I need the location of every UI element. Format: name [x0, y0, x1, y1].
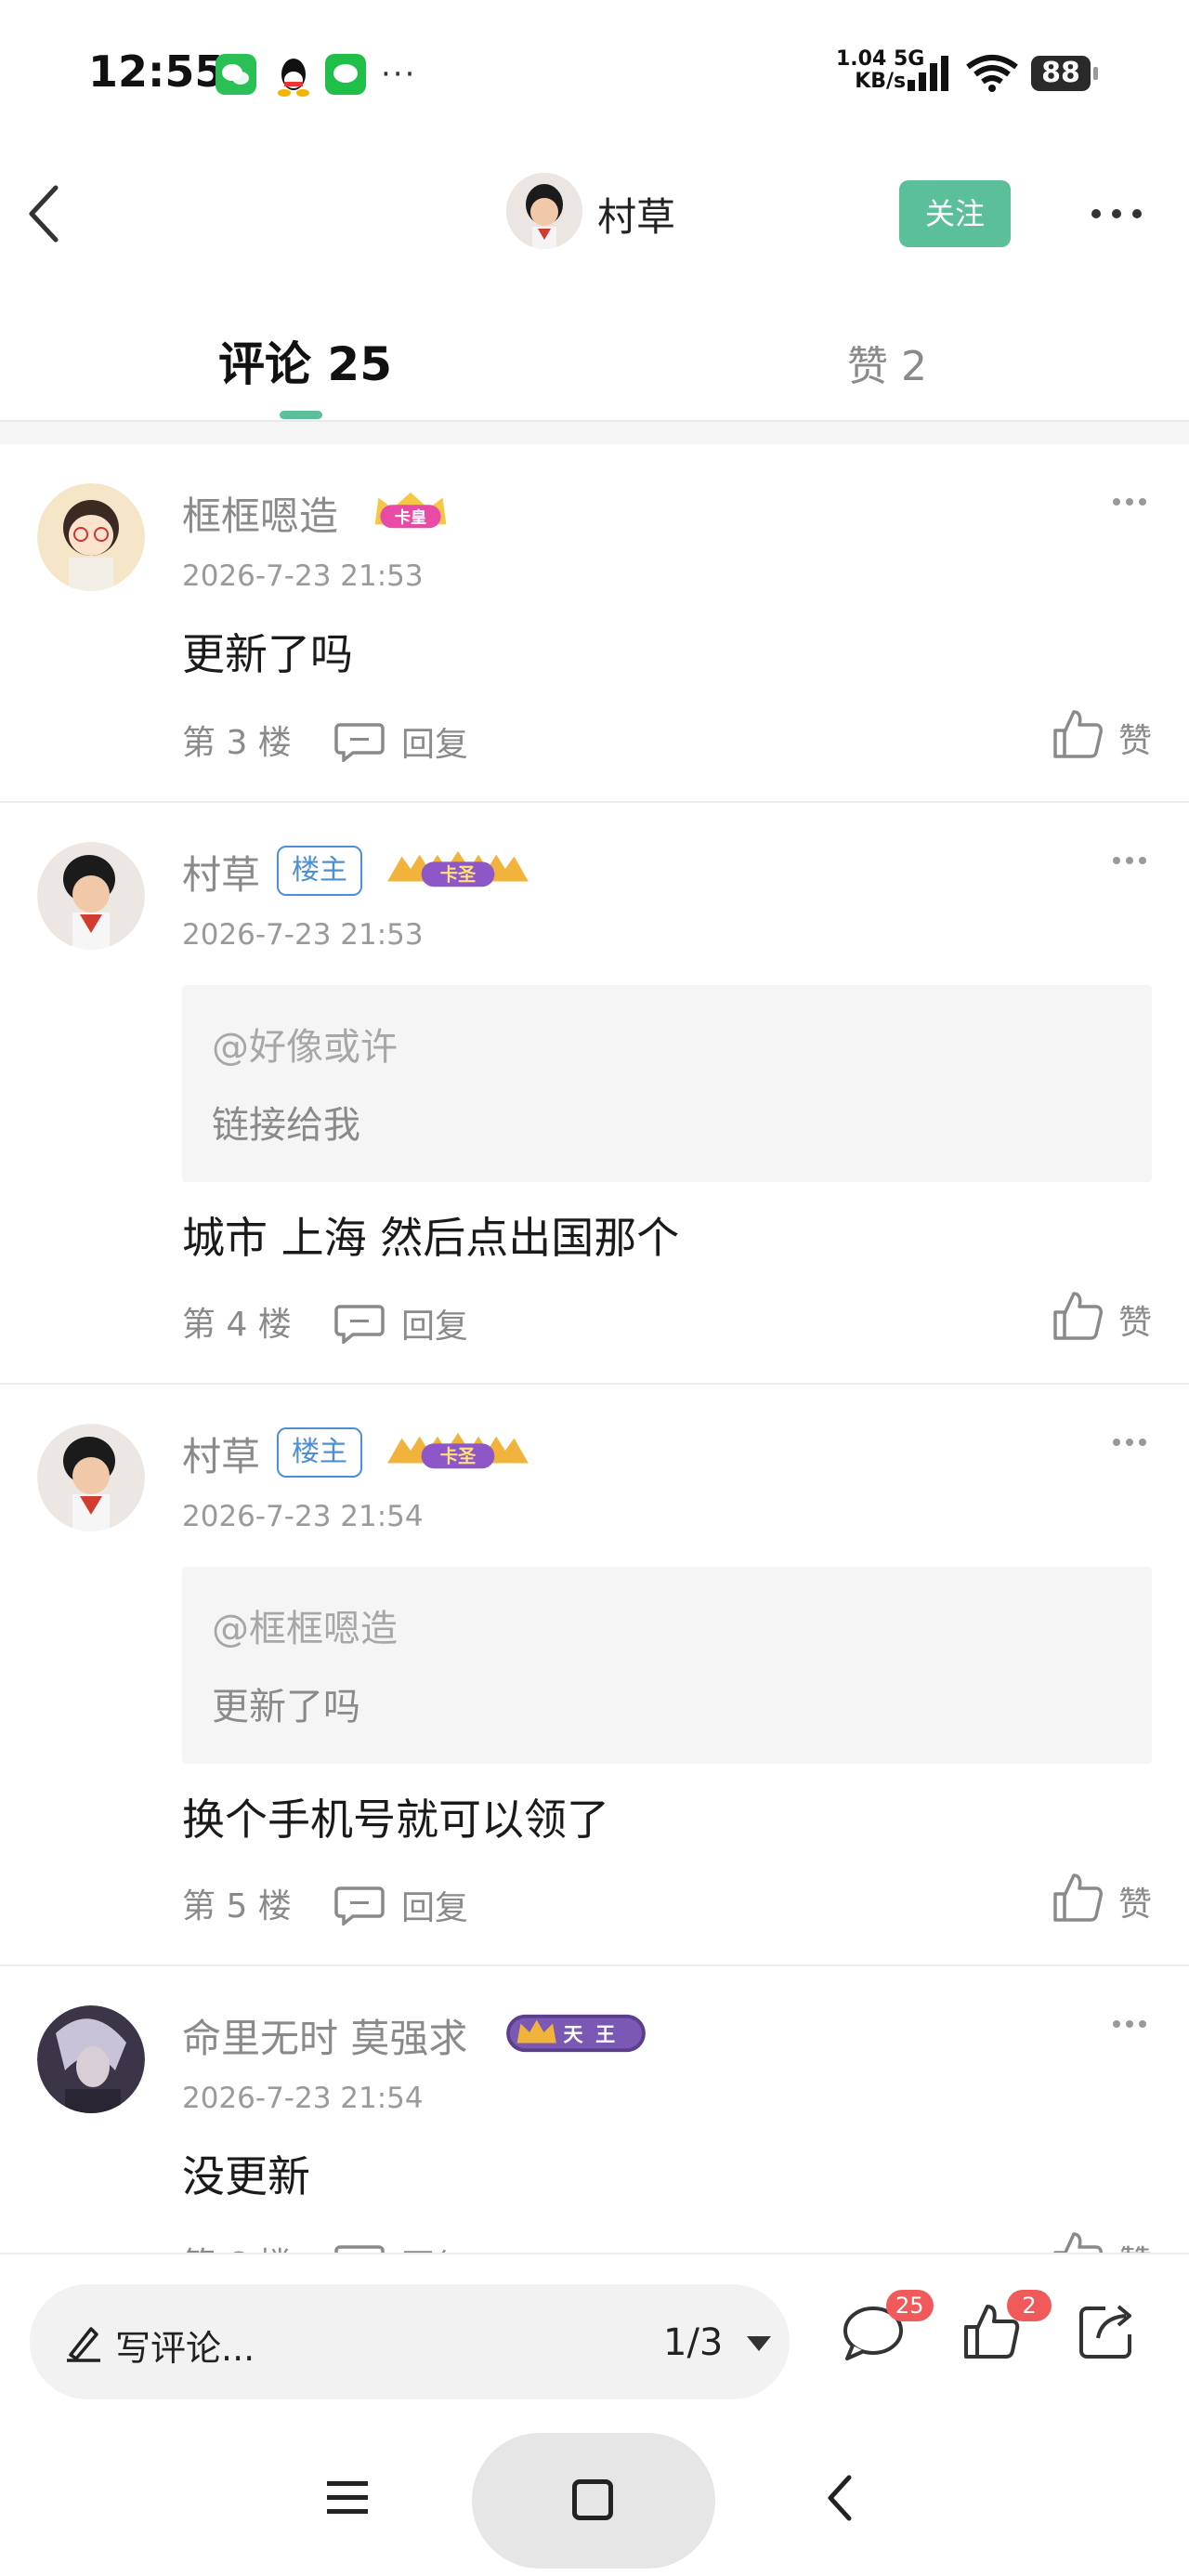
wechat-notification-icon — [216, 54, 256, 95]
recent-apps-icon[interactable] — [325, 2477, 370, 2518]
comment-username[interactable]: 村草 — [182, 1426, 260, 1482]
reply-bubble-icon — [334, 2245, 385, 2253]
comment-text: 更新了吗 — [182, 629, 353, 679]
write-comment-placeholder: 写评论... — [115, 2328, 255, 2369]
more-horizontal-icon — [1091, 209, 1142, 218]
owner-tag: 楼主 — [277, 1427, 362, 1478]
system-back-icon[interactable] — [821, 2472, 858, 2524]
home-button[interactable] — [472, 2433, 715, 2569]
quoted-reply[interactable]: @框框嗯造 更新了吗 — [182, 1567, 1152, 1764]
comment-username[interactable]: 框框嗯造 — [182, 485, 338, 542]
svg-text:卡圣: 卡圣 — [440, 864, 477, 886]
user-avatar[interactable] — [37, 2005, 145, 2113]
author-avatar[interactable] — [506, 173, 582, 249]
thumbs-up-icon — [1053, 1292, 1103, 1340]
wifi-icon — [966, 55, 1018, 92]
reply-label: 回复 — [401, 2240, 468, 2253]
write-comment-input[interactable]: 写评论... 1/3 — [30, 2284, 790, 2399]
more-notifications-indicator: ··· — [381, 56, 417, 93]
reply-label: 回复 — [401, 1308, 469, 1346]
tab-comments[interactable]: 评论 25 — [218, 327, 392, 394]
comment-timestamp: 2026-7-23 21:54 — [182, 1500, 424, 1533]
thumbs-up-icon — [1053, 2232, 1103, 2253]
floor-number: 第 5 楼 — [182, 1887, 292, 1925]
status-bar: 12:55 ··· 1.04 5G KB/s 88 — [0, 0, 1189, 139]
caret-down-icon[interactable] — [745, 2334, 773, 2353]
comment-text: 没更新 — [182, 2151, 310, 2201]
like-label: 赞 — [1118, 2236, 1152, 2253]
comment-timestamp: 2026-7-23 21:53 — [182, 918, 424, 952]
comment-timestamp: 2026-7-23 21:53 — [182, 559, 424, 593]
floor-number: 第 6 楼 — [182, 2238, 292, 2253]
floor-number: 第 3 楼 — [182, 724, 292, 762]
quoted-text: 链接给我 — [212, 1104, 360, 1147]
message-notification-icon — [325, 54, 366, 95]
like-label: 赞 — [1118, 1304, 1153, 1342]
qq-notification-icon — [273, 54, 314, 97]
quoted-text: 更新了吗 — [212, 1686, 360, 1728]
comment-item: 框框嗯造 卡皇 2026-7-23 21:53 更新了吗 第 3 楼 回复 赞 — [0, 444, 1189, 803]
king-badge-icon: 天王 — [506, 2014, 646, 2053]
page-indicator[interactable]: 1/3 — [663, 2321, 723, 2364]
user-avatar[interactable] — [37, 1424, 145, 1531]
active-tab-indicator — [280, 411, 322, 419]
battery-indicator: 88 — [1031, 56, 1098, 91]
more-options-button[interactable] — [1089, 186, 1144, 242]
comment-more-icon[interactable] — [1111, 851, 1148, 870]
like-label: 赞 — [1118, 722, 1153, 760]
comment-username[interactable]: 村草 — [182, 844, 260, 900]
home-square-icon — [572, 2479, 613, 2520]
comment-more-icon[interactable] — [1111, 2015, 1148, 2033]
author-name[interactable]: 村草 — [597, 186, 675, 243]
comment-text: 换个手机号就可以领了 — [182, 1794, 609, 1845]
comment-timestamp: 2026-7-23 21:54 — [182, 2082, 424, 2115]
like-count-badge: 2 — [1007, 2290, 1052, 2321]
quoted-username[interactable]: @框框嗯造 — [212, 1598, 398, 1652]
reply-bubble-icon — [334, 1886, 385, 1925]
tab-bar: 评论 25 赞 2 — [0, 307, 1189, 419]
owner-tag: 楼主 — [277, 846, 362, 896]
system-navigation-bar — [0, 2412, 1189, 2576]
svg-text:天王: 天王 — [564, 2023, 628, 2046]
user-avatar[interactable] — [37, 483, 145, 591]
like-label: 赞 — [1118, 1886, 1153, 1924]
pencil-icon — [67, 2327, 100, 2362]
svg-text:卡圣: 卡圣 — [440, 1446, 477, 1467]
quoted-username[interactable]: @好像或许 — [212, 1017, 398, 1071]
floor-number: 第 4 楼 — [182, 1306, 292, 1344]
thumbs-up-icon — [1053, 1873, 1103, 1922]
chevron-left-icon — [29, 185, 59, 243]
svg-text:卡皇: 卡皇 — [395, 507, 427, 527]
tab-likes[interactable]: 赞 2 — [847, 333, 927, 392]
comment-item: 命里无时 莫强求 天王 2026-7-23 21:54 没更新 第 6 楼 回复… — [0, 1966, 1189, 2253]
crown-badge-icon: 卡圣 — [387, 850, 529, 887]
comment-username[interactable]: 命里无时 莫强求 — [182, 2007, 467, 2064]
user-avatar[interactable] — [37, 842, 145, 950]
bottom-action-bar: 写评论... 1/3 25 2 — [0, 2253, 1189, 2412]
reply-label: 回复 — [401, 726, 469, 764]
crown-badge-icon: 卡圣 — [387, 1432, 529, 1469]
back-button[interactable] — [19, 178, 78, 249]
comment-text: 城市 上海 然后点出国那个 — [182, 1213, 680, 1263]
status-time: 12:55 — [88, 46, 225, 97]
comment-item: 村草 楼主 卡圣 2026-7-23 21:54 @框框嗯造 更新了吗 换个手机… — [0, 1385, 1189, 1966]
thumbs-up-icon — [1053, 710, 1103, 758]
crown-badge-icon: 卡皇 — [374, 492, 447, 529]
reply-label: 回复 — [401, 1889, 469, 1927]
comment-count-badge: 25 — [886, 2290, 934, 2321]
comment-item: 村草 楼主 卡圣 2026-7-23 21:53 @好像或许 链接给我 城市 上… — [0, 803, 1189, 1385]
comment-more-icon[interactable] — [1111, 493, 1148, 511]
cellular-signal-icon — [908, 56, 948, 91]
reply-bubble-icon — [334, 723, 385, 762]
follow-button[interactable]: 关注 — [899, 180, 1011, 247]
reply-bubble-icon — [334, 1305, 385, 1344]
top-navigation-bar: 村草 关注 — [0, 167, 1189, 260]
quoted-reply[interactable]: @好像或许 链接给我 — [182, 985, 1152, 1182]
share-icon — [1079, 2305, 1131, 2359]
comment-more-icon[interactable] — [1111, 1433, 1148, 1452]
